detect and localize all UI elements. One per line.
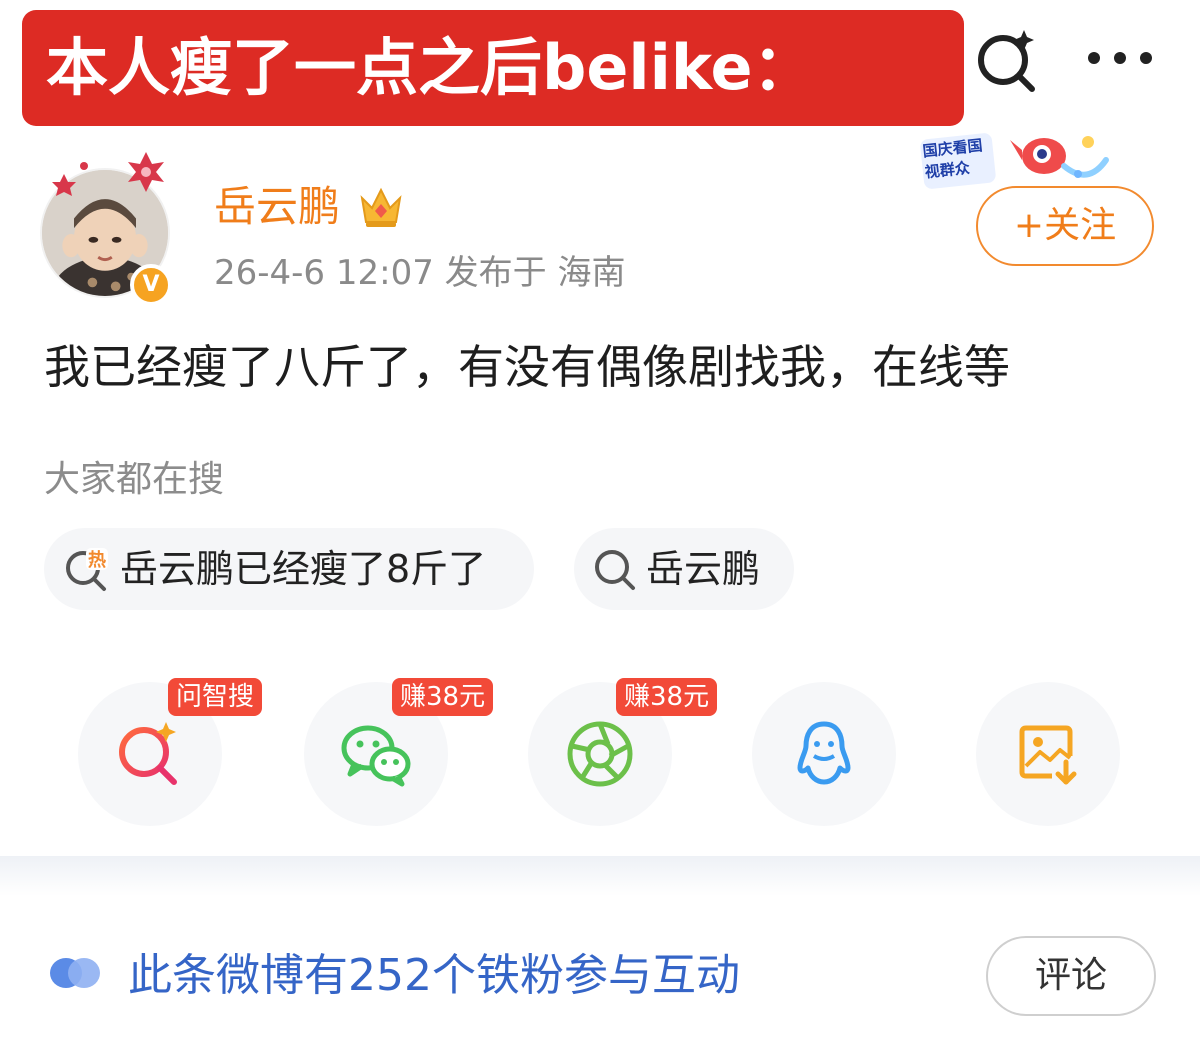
author-name[interactable]: 岳云鹏 <box>214 178 340 236</box>
hot-search-icon-text: 热 <box>88 549 106 571</box>
qq-icon <box>797 721 851 785</box>
wechat-icon <box>341 725 411 787</box>
crown-icon <box>360 187 402 227</box>
verified-badge: V <box>130 264 172 306</box>
ai-search-icon <box>119 722 177 785</box>
share-qq-button[interactable] <box>752 682 896 826</box>
wechat-reward-badge: 赚38元 <box>392 678 494 716</box>
save-image-icon <box>1019 725 1077 785</box>
trending-search-chip-label: 岳云鹏已经瘦了8斤了 <box>120 547 487 591</box>
moments-icon <box>567 721 633 787</box>
avatar-flower-decoration-icon <box>52 152 164 196</box>
fans-interaction-text[interactable]: 此条微博有252个铁粉参与互动 <box>128 946 740 1006</box>
search-icon[interactable] <box>972 24 1044 96</box>
follow-button[interactable]: +关注 <box>976 186 1154 266</box>
post-text: 我已经瘦了八斤了，有没有偶像剧找我，在线等 <box>44 340 1010 394</box>
trending-search-chip[interactable]: 热 岳云鹏已经瘦了8斤了 <box>44 528 534 610</box>
comment-button[interactable]: 评论 <box>986 936 1156 1016</box>
search-icon <box>595 550 635 590</box>
search-chip[interactable]: 岳云鹏 <box>574 528 794 610</box>
trending-search-label: 大家都在搜 <box>44 459 225 500</box>
ai-search-badge: 问智搜 <box>168 678 263 716</box>
moments-reward-badge: 赚38元 <box>616 678 718 716</box>
more-options-icon[interactable] <box>1080 38 1160 78</box>
search-chip-label: 岳云鹏 <box>646 547 761 591</box>
fans-interaction-icon <box>50 958 100 988</box>
share-save-image-button[interactable] <box>976 682 1120 826</box>
hot-search-icon: 热 <box>66 548 108 591</box>
event-badge-text: 国庆看国视群众 <box>921 136 984 182</box>
title-banner: 本人瘦了一点之后belike： <box>22 10 964 126</box>
post-meta: 26-4-6 12:07 发布于 海南 <box>214 253 626 293</box>
